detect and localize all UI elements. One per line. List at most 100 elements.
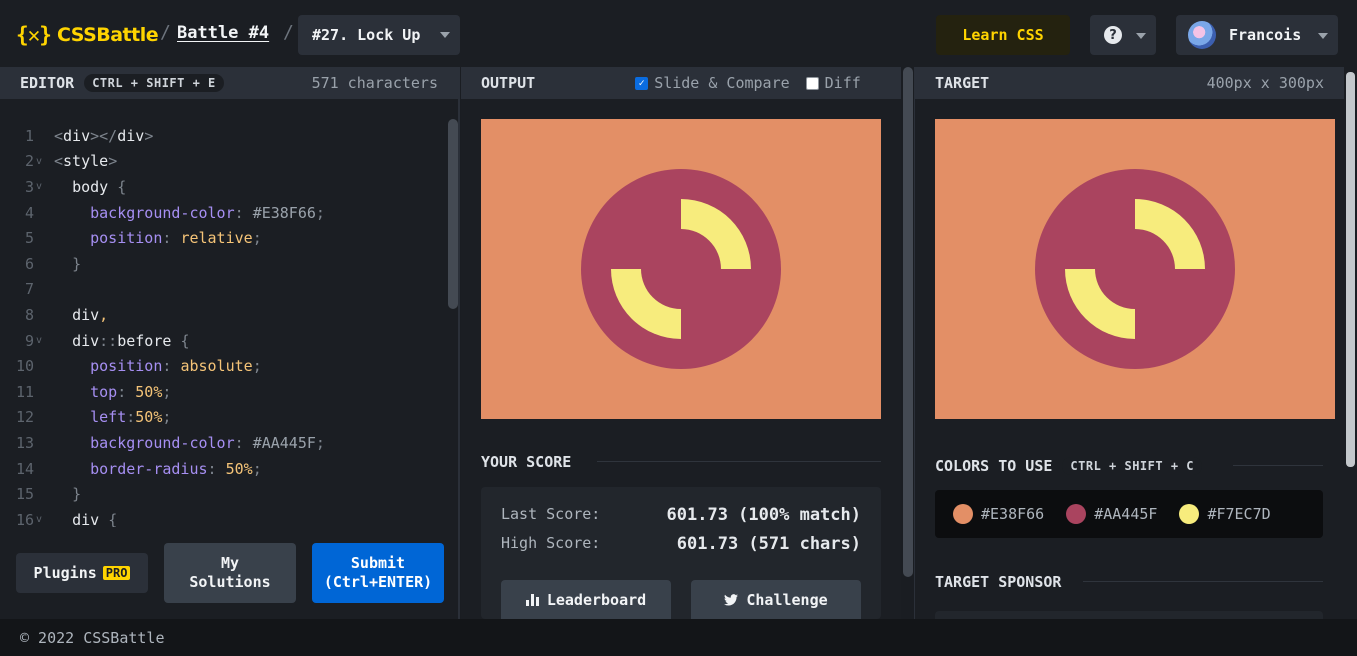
color-swatch-item[interactable]: #F7EC7D: [1179, 504, 1271, 524]
page-scrollbar[interactable]: [1346, 72, 1355, 467]
leaderboard-button[interactable]: Leaderboard: [501, 580, 671, 619]
high-score-label: High Score:: [501, 534, 601, 552]
high-score-row: High Score: 601.73 (571 chars): [501, 534, 861, 554]
code-line[interactable]: 1 <div></div>: [0, 123, 446, 149]
code-text: }: [72, 485, 82, 504]
slide-compare-label: Slide & Compare: [654, 74, 790, 92]
last-score-row: Last Score: 601.73 (100% match): [501, 505, 861, 525]
submit-label-line1: Submit: [350, 554, 406, 572]
code-line[interactable]: 6 }: [0, 251, 446, 277]
my-solutions-button[interactable]: My Solutions: [164, 543, 296, 603]
line-number: 12: [15, 408, 34, 427]
target-dimensions: 400px x 300px: [1206, 74, 1324, 92]
code-text: div,: [72, 305, 109, 324]
avatar: [1188, 21, 1216, 49]
last-score-label: Last Score:: [501, 505, 601, 523]
line-number: 9: [24, 331, 34, 350]
code-line[interactable]: 4 background-color: #E38F66;: [0, 200, 446, 226]
code-text: position: absolute;: [90, 357, 262, 376]
copyright-text: © 2022 CSSBattle: [20, 628, 165, 647]
fold-chevron-icon[interactable]: v: [34, 156, 54, 167]
editor-scrollbar[interactable]: [448, 119, 458, 309]
target-title: TARGET: [935, 74, 990, 92]
output-panel: OUTPUT ✓ Slide & Compare Diff YOUR SCORE…: [461, 67, 901, 619]
code-line[interactable]: 3v body {: [0, 174, 446, 200]
diff-checkbox[interactable]: [805, 76, 819, 90]
line-number: 4: [24, 203, 34, 222]
footer: © 2022 CSSBattle: [0, 619, 1357, 656]
breadcrumb-battle-link[interactable]: Battle #4: [177, 23, 269, 43]
challenge-label: Challenge: [746, 590, 828, 609]
user-menu-button[interactable]: Francois: [1176, 15, 1338, 55]
your-score-title: YOUR SCORE: [481, 453, 572, 471]
code-line[interactable]: 11 top: 50%;: [0, 379, 446, 405]
code-line[interactable]: 8 div,: [0, 302, 446, 328]
line-number: 2: [24, 152, 34, 171]
colors-shortcut-badge: CTRL + SHIFT + C: [1062, 457, 1202, 475]
code-line[interactable]: 13 background-color: #AA445F;: [0, 430, 446, 456]
code-line[interactable]: 16 v div {: [0, 507, 446, 527]
diff-option[interactable]: Diff: [805, 74, 861, 92]
code-text: }: [72, 254, 82, 273]
fold-chevron-icon[interactable]: v: [34, 514, 54, 525]
color-swatch-item[interactable]: #AA445F: [1066, 504, 1157, 524]
code-text: <style>: [54, 152, 118, 171]
score-box: Last Score: 601.73 (100% match) High Sco…: [481, 487, 881, 619]
code-text: position: relative;: [90, 229, 262, 248]
editor-shortcut-badge: CTRL + SHIFT + E: [84, 74, 224, 92]
code-text: top: 50%;: [90, 382, 172, 401]
code-line[interactable]: 9v div::before {: [0, 328, 446, 354]
color-hex-label: #E38F66: [981, 505, 1045, 523]
code-editor[interactable]: 1 <div></div> 2 v <style> 3 v body {4 backgrou…: [0, 123, 446, 527]
colors-title-label: COLORS TO USE: [935, 457, 1053, 475]
color-swatch-item[interactable]: #E38F66: [953, 504, 1044, 524]
character-count: 571 characters: [311, 74, 438, 92]
help-menu-button[interactable]: ?: [1090, 15, 1156, 55]
color-hex-label: #F7EC7D: [1207, 505, 1271, 523]
code-text: background-color: #AA445F;: [90, 433, 325, 452]
learn-css-button[interactable]: Learn CSS: [936, 15, 1070, 55]
slide-compare-option[interactable]: ✓ Slide & Compare: [635, 74, 790, 92]
line-number: 14: [15, 459, 34, 478]
code-line[interactable]: 7: [0, 277, 446, 303]
code-text: border-radius: 50%;: [90, 459, 262, 478]
output-scrollbar[interactable]: [903, 67, 913, 577]
line-number: 1: [24, 126, 34, 145]
line-number: 8: [24, 305, 34, 324]
code-line[interactable]: 12 left:50%;: [0, 405, 446, 431]
submit-button[interactable]: Submit (Ctrl+ENTER): [312, 543, 444, 603]
output-header: OUTPUT ✓ Slide & Compare Diff: [461, 67, 901, 99]
breadcrumb-separator: /: [283, 22, 294, 43]
output-canvas[interactable]: [481, 119, 881, 419]
code-line[interactable]: 15 }: [0, 481, 446, 507]
code-line[interactable]: 14 border-radius: 50%;: [0, 456, 446, 482]
color-hex-label: #AA445F: [1094, 505, 1158, 523]
twitter-icon: [724, 593, 739, 606]
slide-compare-checkbox[interactable]: ✓: [635, 76, 649, 90]
breadcrumb-separator: /: [160, 22, 171, 43]
code-text: left:50%;: [90, 408, 172, 427]
section-divider: [1083, 581, 1323, 582]
color-swatch: [1066, 504, 1087, 524]
editor-header: EDITOR CTRL + SHIFT + E 571 characters: [0, 67, 458, 99]
line-number: 6: [24, 254, 34, 273]
code-line[interactable]: 5 position: relative;: [0, 225, 446, 251]
chevron-down-icon: [440, 32, 450, 38]
cssbattle-logo[interactable]: {✕} CSSBattle: [16, 20, 159, 50]
plugins-button[interactable]: Plugins PRO: [16, 553, 148, 593]
pro-badge: PRO: [102, 566, 131, 580]
code-line[interactable]: 2 v <style>: [0, 149, 446, 175]
plugins-label: Plugins: [33, 564, 97, 582]
editor-panel: EDITOR CTRL + SHIFT + E 571 characters 1…: [0, 67, 460, 619]
line-number: 3: [24, 177, 34, 196]
user-name: Francois: [1229, 26, 1302, 44]
color-palette: #E38F66 #AA445F #F7EC7D: [935, 490, 1323, 538]
section-divider: [597, 461, 881, 462]
output-title: OUTPUT: [481, 74, 536, 92]
target-select-dropdown[interactable]: #27. Lock Up: [298, 15, 460, 55]
fold-chevron-icon[interactable]: v: [34, 181, 54, 192]
challenge-button[interactable]: Challenge: [691, 580, 861, 619]
code-text: div::before {: [72, 331, 190, 350]
code-line[interactable]: 10 position: absolute;: [0, 353, 446, 379]
fold-chevron-icon[interactable]: v: [34, 335, 54, 346]
